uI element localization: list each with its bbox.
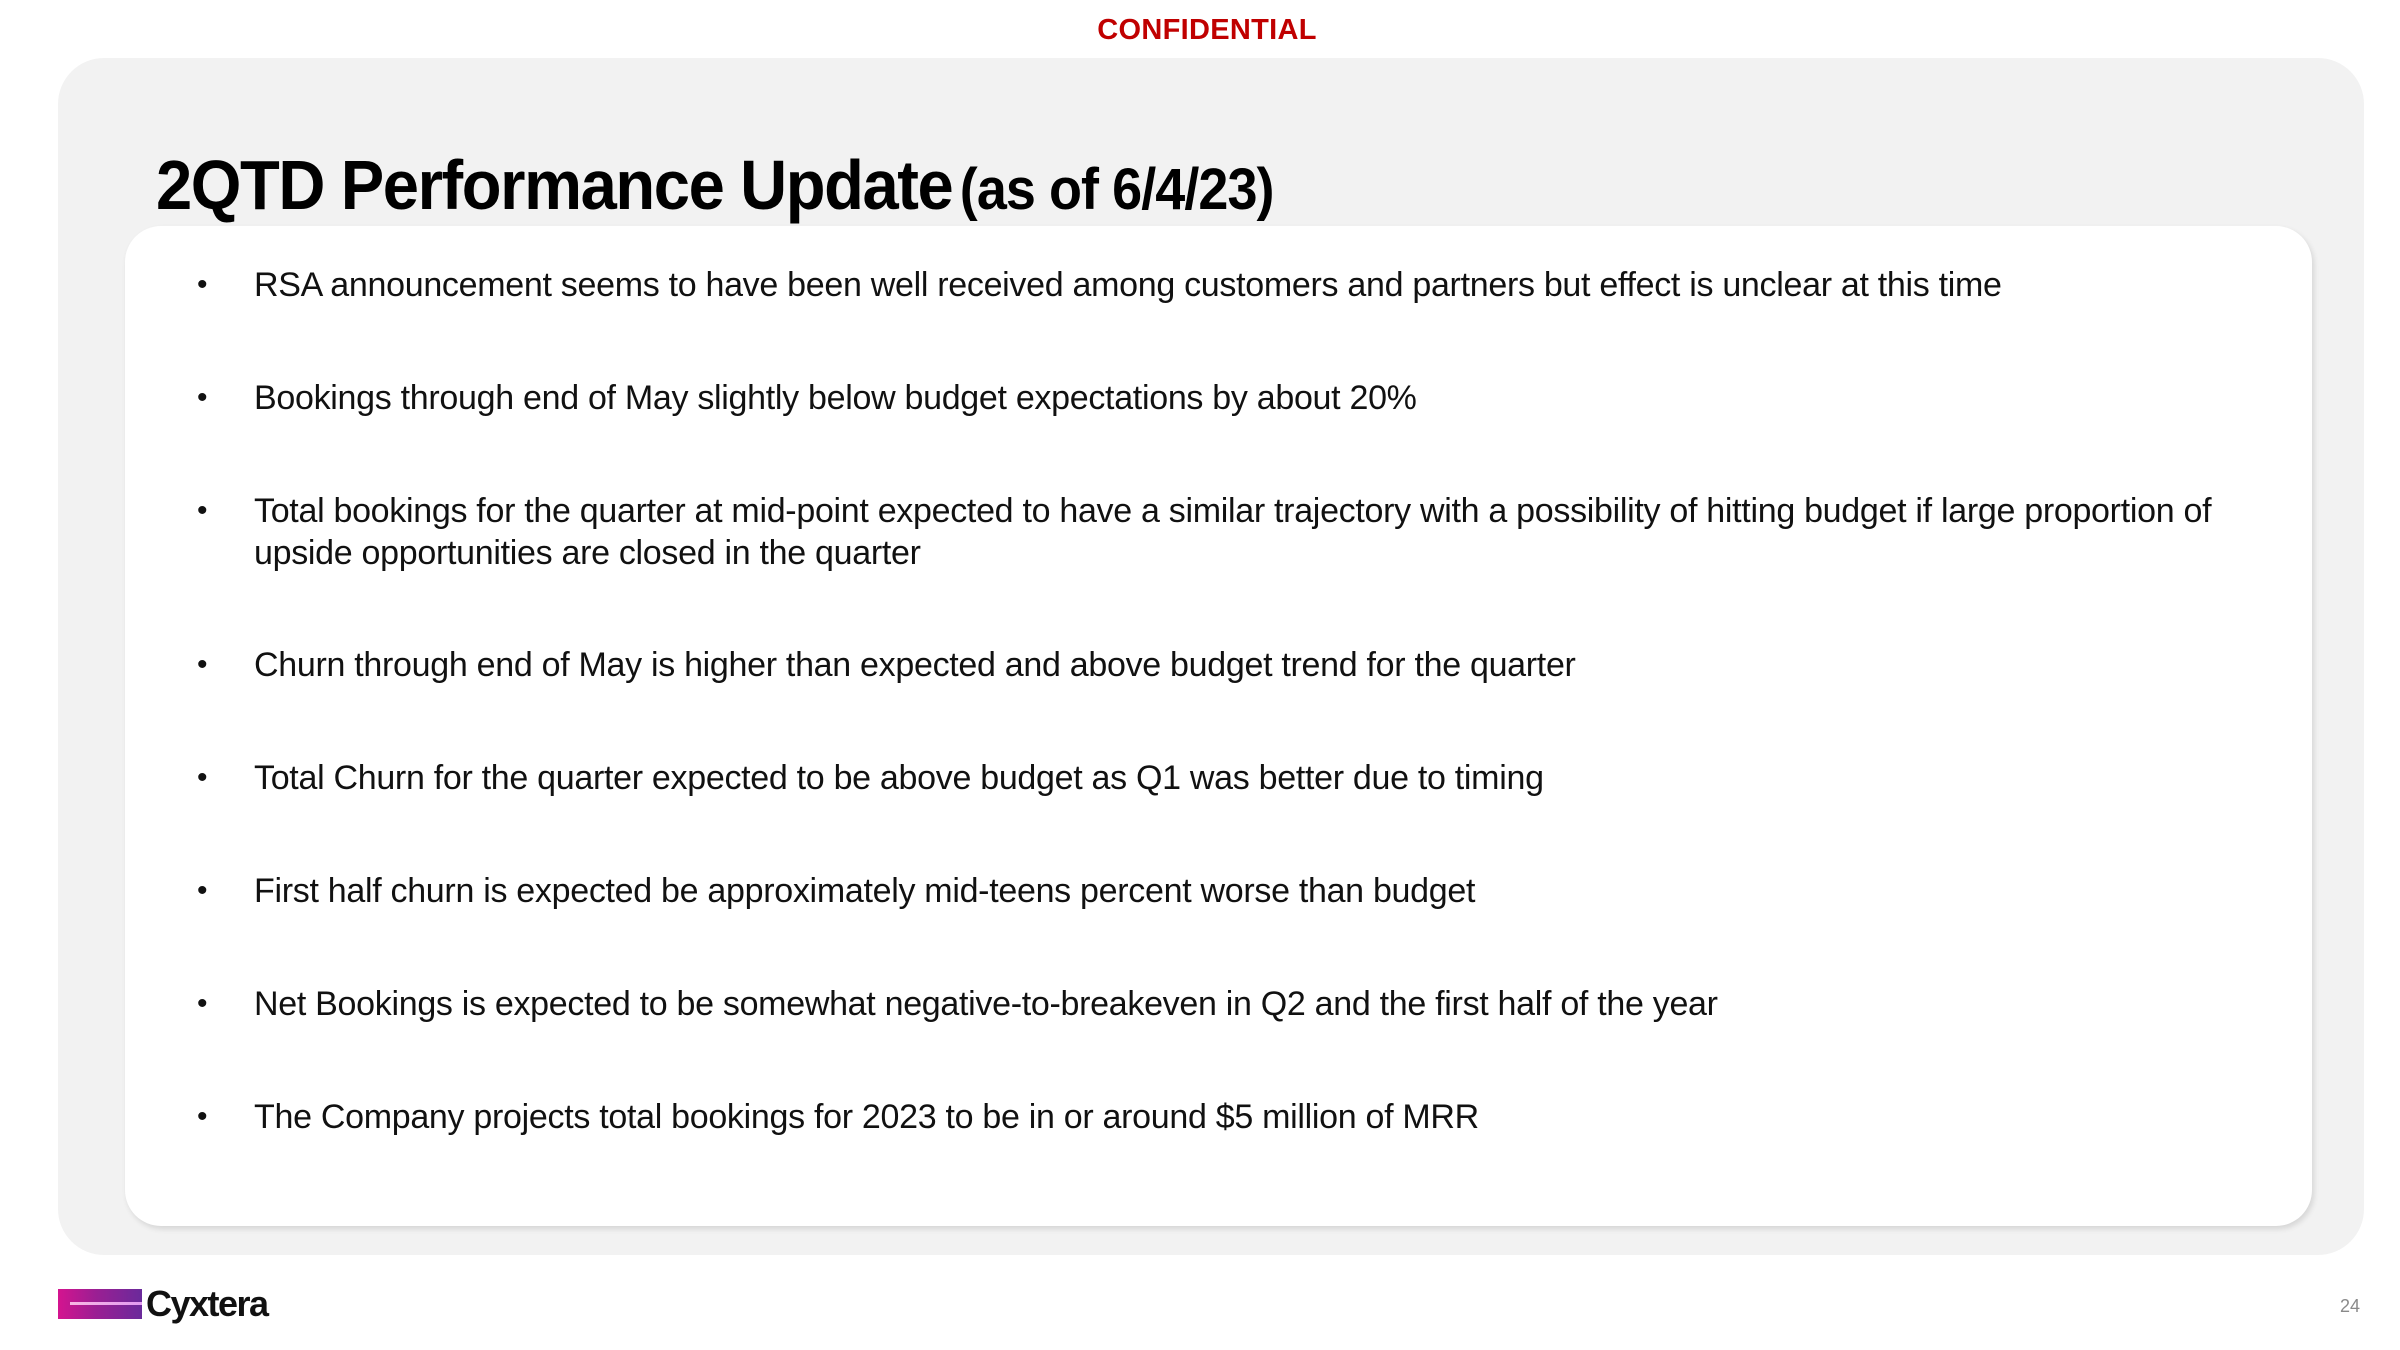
bullet-text: Total Churn for the quarter expected to … (254, 759, 1544, 797)
company-logo-text: Cyxtera (146, 1283, 269, 1324)
bullet-text: Bookings through end of May slightly bel… (254, 379, 1417, 417)
bullet-text: Churn through end of May is higher than … (254, 646, 1576, 684)
slide-title-date: (as of 6/4/23) (959, 157, 1275, 222)
slide: CONFIDENTIAL 2QTD Performance Update (as … (0, 0, 2400, 1350)
bullet-icon: • (197, 381, 208, 414)
slide-title: 2QTD Performance Update (as of 6/4/23) (156, 150, 1274, 220)
company-logo: Cyxtera (58, 1283, 269, 1324)
bullet-text: First half churn is expected be approxim… (254, 872, 1476, 910)
page-number: 24 (2339, 1296, 2361, 1316)
confidential-label: CONFIDENTIAL (1097, 14, 1317, 46)
bullet-icon: • (197, 1100, 208, 1133)
bullet-icon: • (197, 494, 208, 527)
bullet-icon: • (197, 987, 208, 1020)
bullet-icon: • (197, 268, 208, 301)
bullet-text: The Company projects total bookings for … (254, 1098, 1479, 1136)
slide-title-main: 2QTD Performance Update (156, 146, 954, 224)
cyxtera-logo-mark-icon (58, 1289, 142, 1319)
bullet-text: RSA announcement seems to have been well… (254, 266, 2002, 304)
bullet-card: • RSA announcement seems to have been we… (125, 226, 2312, 1226)
bullet-icon: • (197, 648, 208, 681)
bullet-text: Net Bookings is expected to be somewhat … (254, 985, 1718, 1023)
bullet-icon: • (197, 761, 208, 794)
bullet-icon: • (197, 874, 208, 907)
bullet-text: Total bookings for the quarter at mid-po… (254, 492, 2212, 572)
